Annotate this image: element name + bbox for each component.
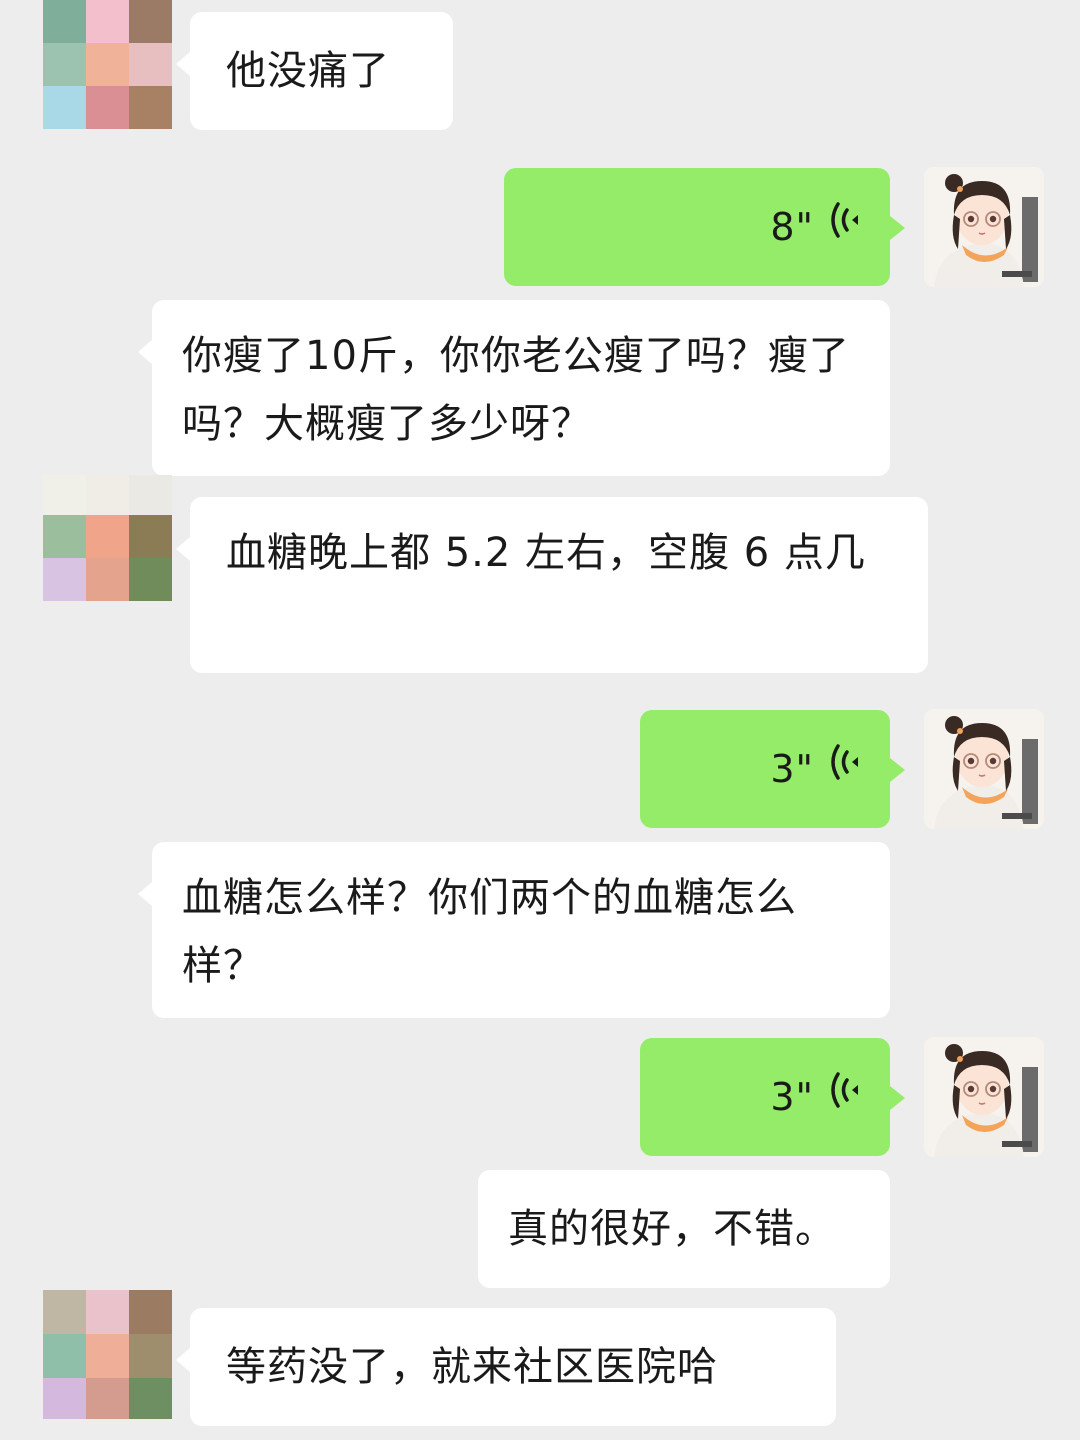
message-text: 等药没了，就来社区医院哈 bbox=[226, 1344, 718, 1390]
voice-message-bubble[interactable]: 3" bbox=[640, 710, 905, 828]
voice-duration: 3" bbox=[770, 747, 814, 791]
voice-duration: 8" bbox=[770, 205, 814, 249]
my-avatar[interactable] bbox=[924, 709, 1044, 829]
message-bubble-incoming[interactable]: 血糖晚上都 5.2 左右，空腹 6 点几 bbox=[176, 497, 928, 673]
message-bubble-incoming[interactable]: 血糖怎么样？你们两个的血糖怎么样？ bbox=[138, 842, 890, 1018]
contact-avatar[interactable] bbox=[43, 0, 172, 129]
message-bubble-incoming[interactable]: 你瘦了10斤，你你老公瘦了吗？瘦了吗？大概瘦了多少呀？ bbox=[138, 300, 890, 476]
contact-avatar[interactable] bbox=[43, 475, 172, 604]
cartoon-girl-avatar-icon bbox=[924, 167, 1044, 287]
voice-wave-icon bbox=[828, 193, 864, 261]
voice-duration: 3" bbox=[770, 1075, 814, 1119]
message-text: 血糖怎么样？你们两个的血糖怎么样？ bbox=[182, 875, 797, 989]
voice-wave-icon bbox=[828, 735, 864, 803]
message-bubble-incoming[interactable]: 他没痛了 bbox=[176, 12, 453, 130]
my-avatar[interactable] bbox=[924, 167, 1044, 287]
message-bubble-incoming[interactable]: 等药没了，就来社区医院哈 bbox=[176, 1308, 836, 1426]
cartoon-girl-avatar-icon bbox=[924, 1037, 1044, 1157]
contact-avatar[interactable] bbox=[43, 1290, 172, 1419]
voice-message-bubble[interactable]: 8" bbox=[504, 168, 905, 286]
my-avatar[interactable] bbox=[924, 1037, 1044, 1157]
message-text: 真的很好，不错。 bbox=[508, 1206, 836, 1252]
message-text: 他没痛了 bbox=[226, 48, 390, 94]
voice-message-bubble[interactable]: 3" bbox=[640, 1038, 905, 1156]
message-bubble-incoming[interactable]: 真的很好，不错。 bbox=[478, 1170, 890, 1288]
message-text: 你瘦了10斤，你你老公瘦了吗？瘦了吗？大概瘦了多少呀？ bbox=[182, 333, 850, 447]
message-text: 血糖晚上都 5.2 左右，空腹 6 点几 bbox=[226, 530, 866, 576]
voice-wave-icon bbox=[828, 1063, 864, 1131]
cartoon-girl-avatar-icon bbox=[924, 709, 1044, 829]
